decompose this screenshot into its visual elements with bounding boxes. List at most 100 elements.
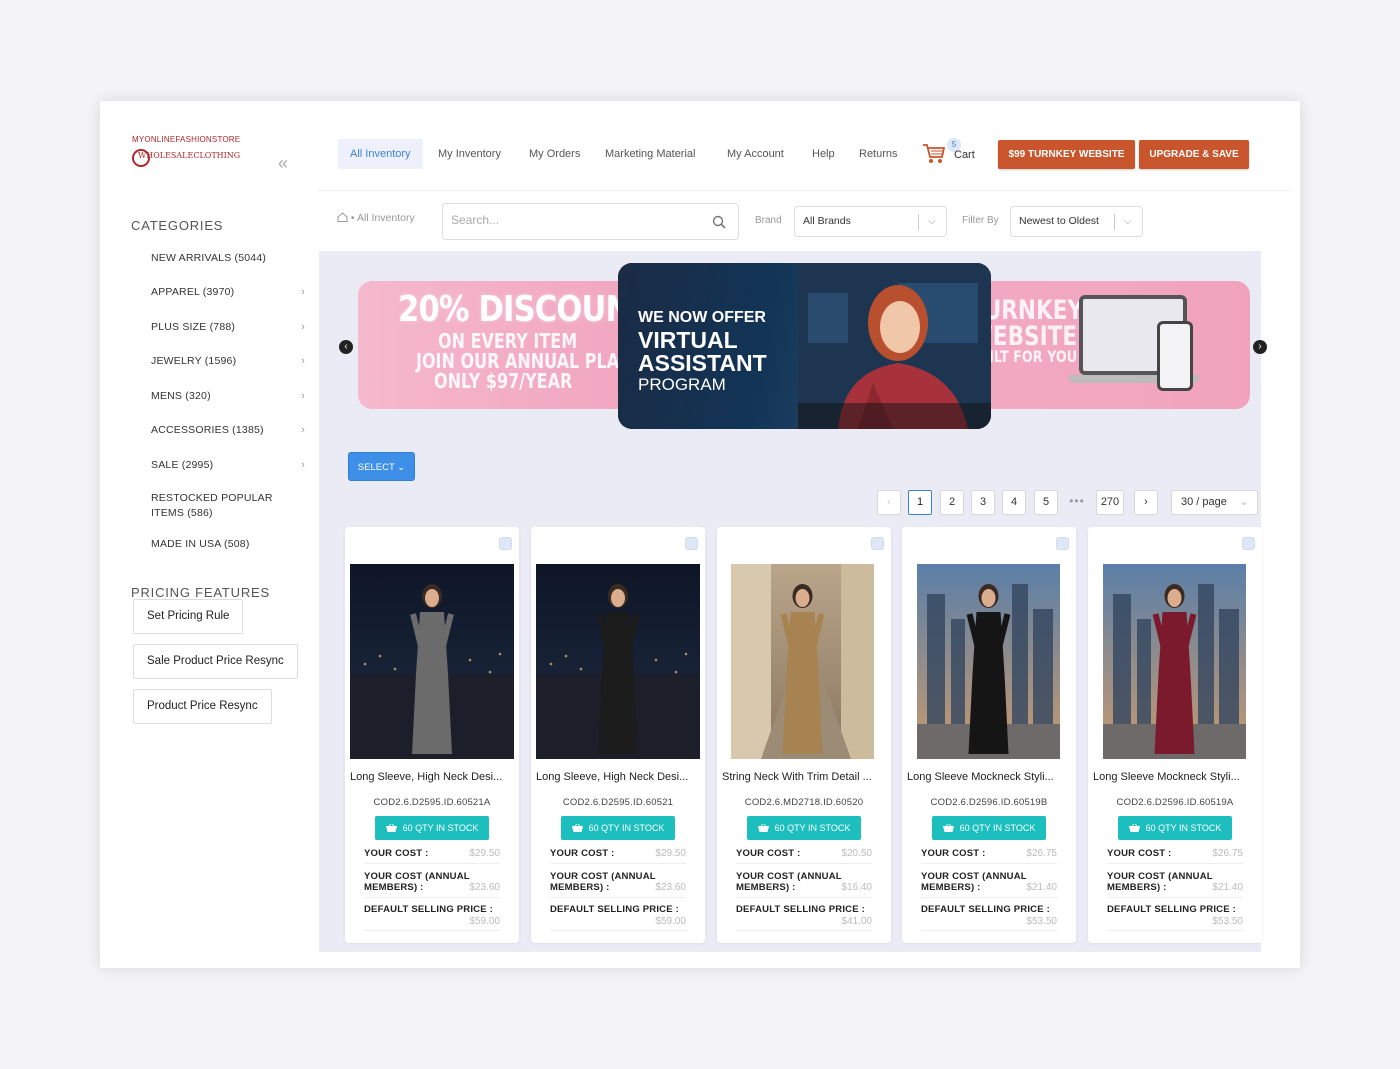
product-select-checkbox[interactable]: [685, 537, 698, 550]
category-item[interactable]: PLUS SIZE (788) ›: [151, 320, 305, 335]
product-card[interactable]: String Neck With Trim Detail ... COD2.6.…: [717, 527, 891, 943]
nav-my-inventory[interactable]: My Inventory: [426, 139, 513, 169]
turnkey-banner[interactable]: TURNKEY WEBSITE BUILT FOR YOU: [969, 281, 1250, 409]
breadcrumb-current[interactable]: All Inventory: [357, 212, 415, 224]
basket-icon: [757, 824, 769, 832]
product-select-checkbox[interactable]: [871, 537, 884, 550]
category-item[interactable]: ACCESSORIES (1385) ›: [151, 423, 305, 438]
page-3[interactable]: 3: [971, 490, 995, 515]
product-image[interactable]: [731, 564, 874, 759]
carousel-prev-icon[interactable]: ‹: [339, 340, 353, 354]
category-item[interactable]: RESTOCKED POPULAR ITEMS (586): [151, 491, 301, 521]
select-dropdown-button[interactable]: SELECT ⌄: [348, 452, 415, 481]
page-size-select[interactable]: 30 / page ⌄: [1171, 490, 1258, 515]
product-select-checkbox[interactable]: [1242, 537, 1255, 550]
annual-cost-label: YOUR COST (ANNUAL MEMBERS) :: [550, 871, 656, 893]
set-pricing-rule-button[interactable]: Set Pricing Rule: [133, 599, 244, 634]
search-icon[interactable]: [712, 215, 726, 229]
sale-product-price-resync-button[interactable]: Sale Product Price Resync: [133, 644, 298, 679]
divider: [364, 863, 500, 864]
pagination-ellipsis[interactable]: •••: [1065, 490, 1089, 515]
page-2[interactable]: 2: [940, 490, 964, 515]
nav-help[interactable]: Help: [800, 139, 847, 169]
basket-icon: [942, 824, 954, 832]
cart-label: Cart: [954, 149, 975, 161]
product-name[interactable]: String Neck With Trim Detail ...: [722, 771, 886, 783]
category-item[interactable]: APPAREL (3970) ›: [151, 285, 305, 300]
category-item[interactable]: MADE IN USA (508): [151, 537, 301, 552]
upgrade-save-button[interactable]: UPGRADE & SAVE: [1139, 140, 1249, 169]
product-name[interactable]: Long Sleeve Mockneck Styli...: [1093, 771, 1257, 783]
category-label: MADE IN USA (508): [151, 538, 250, 550]
cart-button[interactable]: 5 Cart: [922, 138, 982, 171]
product-name[interactable]: Long Sleeve, High Neck Desi...: [536, 771, 700, 783]
your-cost-value: $29.50: [469, 848, 500, 859]
virtual-assistant-banner[interactable]: WE NOW OFFER VIRTUAL ASSISTANT PROGRAM: [618, 263, 991, 429]
stock-label: 60 QTY IN STOCK: [588, 823, 665, 833]
category-item[interactable]: NEW ARRIVALS (5044): [151, 251, 301, 266]
product-image[interactable]: [917, 564, 1060, 759]
selling-price-label: DEFAULT SELLING PRICE :: [1107, 904, 1236, 915]
product-image[interactable]: [1103, 564, 1246, 759]
next-page-icon[interactable]: ›: [1134, 490, 1158, 515]
annual-cost-label: YOUR COST (ANNUAL MEMBERS) :: [921, 871, 1027, 893]
stock-label: 60 QTY IN STOCK: [774, 823, 851, 833]
divider: [736, 930, 872, 931]
product-select-checkbox[interactable]: [499, 537, 512, 550]
category-item[interactable]: MENS (320) ›: [151, 389, 305, 404]
your-cost-label: YOUR COST :: [921, 848, 986, 859]
your-cost-label: YOUR COST :: [550, 848, 615, 859]
collapse-sidebar-icon[interactable]: «: [278, 153, 288, 174]
brand-select-value: All Brands: [803, 215, 851, 227]
product-card[interactable]: Long Sleeve Mockneck Styli... COD2.6.D25…: [1088, 527, 1262, 943]
page-1[interactable]: 1: [908, 490, 932, 515]
stock-badge: 60 QTY IN STOCK: [1118, 816, 1232, 840]
nav-marketing-material[interactable]: Marketing Material: [593, 139, 707, 169]
your-cost-value: $20.50: [841, 848, 872, 859]
category-item[interactable]: JEWELRY (1596) ›: [151, 354, 305, 369]
stock-label: 60 QTY IN STOCK: [402, 823, 479, 833]
page-5[interactable]: 5: [1034, 490, 1058, 515]
product-name[interactable]: Long Sleeve Mockneck Styli...: [907, 771, 1071, 783]
brand-select[interactable]: All Brands ⌵: [794, 206, 947, 237]
product-image[interactable]: [536, 564, 700, 759]
your-cost-label: YOUR COST :: [736, 848, 801, 859]
sort-select[interactable]: Newest to Oldest ⌵: [1010, 206, 1143, 237]
category-label: NEW ARRIVALS (5044): [151, 252, 267, 264]
product-image[interactable]: [350, 564, 514, 759]
product-name[interactable]: Long Sleeve, High Neck Desi...: [350, 771, 514, 783]
turnkey-website-button[interactable]: $99 TURNKEY WEBSITE: [998, 140, 1135, 169]
product-card[interactable]: Long Sleeve, High Neck Desi... COD2.6.D2…: [345, 527, 519, 943]
nav-my-account[interactable]: My Account: [715, 139, 796, 169]
search-input[interactable]: [451, 213, 701, 227]
nav-returns[interactable]: Returns: [847, 139, 910, 169]
product-card[interactable]: Long Sleeve Mockneck Styli... COD2.6.D25…: [902, 527, 1076, 943]
store-logo[interactable]: MYONLINEFASHIONSTORE WHOLESALECLOTHING: [132, 135, 244, 181]
logo-line-2: WHOLESALECLOTHING: [138, 151, 241, 160]
product-card[interactable]: Long Sleeve, High Neck Desi... COD2.6.D2…: [531, 527, 705, 943]
divider: [921, 930, 1057, 931]
category-item[interactable]: SALE (2995) ›: [151, 458, 305, 473]
page-last[interactable]: 270: [1096, 490, 1124, 515]
chevron-down-icon: ⌄: [1239, 496, 1249, 508]
home-icon[interactable]: [337, 212, 348, 222]
nav-all-inventory[interactable]: All Inventory: [338, 139, 423, 169]
page-4[interactable]: 4: [1002, 490, 1026, 515]
your-cost-value: $29.50: [655, 848, 686, 859]
stock-badge: 60 QTY IN STOCK: [747, 816, 861, 840]
app-window: MYONLINEFASHIONSTORE WHOLESALECLOTHING «…: [100, 101, 1300, 968]
discount-banner[interactable]: 20% DISCOUNT ON EVERY ITEM JOIN OUR ANNU…: [358, 281, 658, 409]
prev-page-icon[interactable]: ‹: [877, 490, 901, 515]
sort-select-value: Newest to Oldest: [1019, 215, 1099, 227]
main-content: 20% DISCOUNT ON EVERY ITEM JOIN OUR ANNU…: [319, 251, 1267, 952]
carousel-next-icon[interactable]: ›: [1253, 340, 1267, 354]
phone-illustration: [1157, 321, 1193, 391]
product-price-resync-button[interactable]: Product Price Resync: [133, 689, 272, 724]
page-size-value: 30 / page: [1181, 496, 1227, 508]
nav-my-orders[interactable]: My Orders: [517, 139, 592, 169]
product-select-checkbox[interactable]: [1056, 537, 1069, 550]
va-banner-line-1: WE NOW OFFER: [638, 309, 766, 326]
selling-price-value: $59.00: [655, 916, 686, 927]
basket-icon: [385, 824, 397, 832]
search-box[interactable]: [442, 203, 739, 240]
